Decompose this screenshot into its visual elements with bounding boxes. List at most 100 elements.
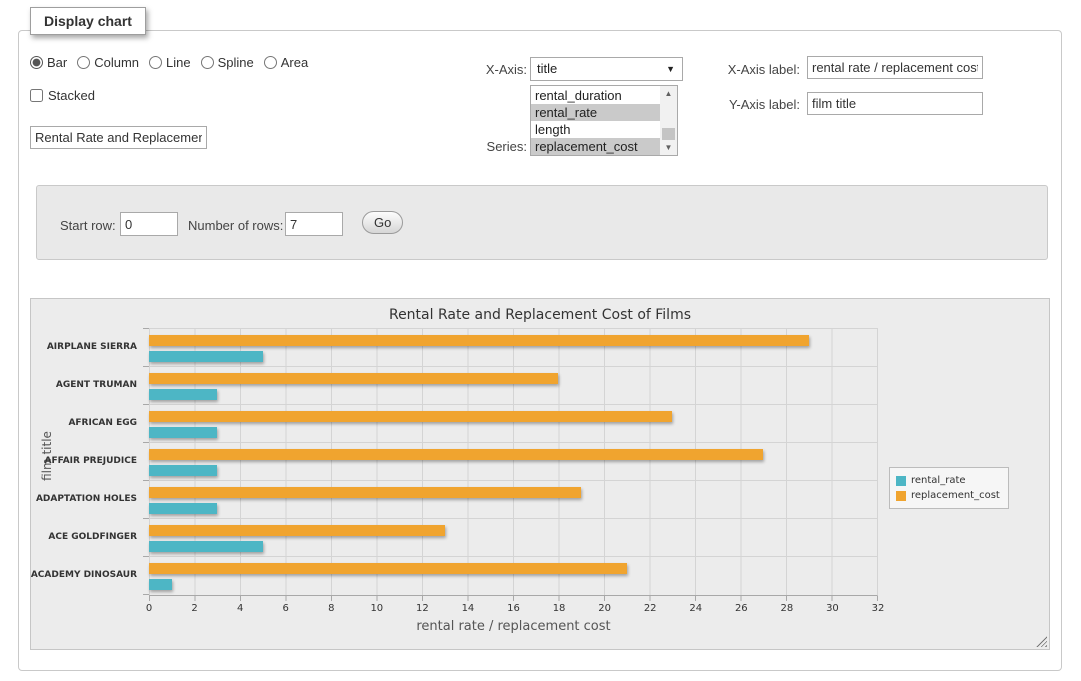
category-band [149, 329, 877, 367]
x-tick-label: 8 [328, 603, 334, 614]
bar-replacement_cost[interactable] [149, 373, 558, 384]
chart-container: Rental Rate and Replacement Cost of Film… [30, 298, 1050, 650]
chart-title: Rental Rate and Replacement Cost of Film… [31, 307, 1049, 323]
x-axis-label-input[interactable] [807, 56, 983, 79]
bar-replacement_cost[interactable] [149, 449, 763, 460]
x-tick-label: 26 [735, 603, 748, 614]
radio-line[interactable] [149, 56, 162, 69]
radio-column[interactable] [77, 56, 90, 69]
x-tick-label: 20 [598, 603, 611, 614]
bar-replacement_cost[interactable] [149, 487, 581, 498]
legend-swatch [896, 476, 906, 486]
chart-type-column[interactable]: Column [77, 55, 139, 70]
start-row-label: Start row: [60, 218, 116, 233]
bar-replacement_cost[interactable] [149, 411, 672, 422]
plot-area [149, 328, 878, 596]
bar-rental_rate[interactable] [149, 579, 172, 590]
x-axis-ticks [149, 596, 879, 601]
x-tick-label: 22 [644, 603, 657, 614]
go-button[interactable]: Go [362, 211, 403, 234]
x-axis-select-label: X-Axis: [420, 62, 527, 77]
bar-replacement_cost[interactable] [149, 525, 445, 536]
x-tick-label: 6 [283, 603, 289, 614]
num-rows-input[interactable] [285, 212, 343, 236]
y-axis-label-label: Y-Axis label: [650, 97, 800, 112]
x-tick-label: 14 [462, 603, 475, 614]
x-axis-title: rental rate / replacement cost [149, 619, 878, 634]
category-band [149, 519, 877, 557]
category-label: ADAPTATION HOLES [31, 480, 143, 518]
radio-label: Area [281, 55, 308, 70]
series-option-replacement_cost[interactable]: replacement_cost [531, 138, 660, 155]
x-tick-label: 2 [191, 603, 197, 614]
x-tick-label: 32 [872, 603, 885, 614]
category-band [149, 405, 877, 443]
category-band [149, 481, 877, 519]
chart-type-radios: Bar Column Line Spline Area [30, 55, 308, 70]
y-axis-label-input[interactable] [807, 92, 983, 115]
radio-label: Line [166, 55, 191, 70]
chart-title-input[interactable] [30, 126, 207, 149]
category-band [149, 443, 877, 481]
x-tick-label: 12 [416, 603, 429, 614]
x-axis-selected-value: title [537, 61, 557, 76]
x-tick-label: 10 [370, 603, 383, 614]
resize-handle-icon[interactable] [1036, 636, 1047, 647]
category-band [149, 557, 877, 595]
bar-rental_rate[interactable] [149, 427, 217, 438]
x-tick-label: 28 [781, 603, 794, 614]
category-labels: AIRPLANE SIERRAAGENT TRUMANAFRICAN EGGAF… [31, 328, 143, 595]
bar-rental_rate[interactable] [149, 389, 217, 400]
radio-area[interactable] [264, 56, 277, 69]
series-option-rental_duration[interactable]: rental_duration [531, 87, 660, 104]
bar-replacement_cost[interactable] [149, 335, 809, 346]
radio-spline[interactable] [201, 56, 214, 69]
bar-replacement_cost[interactable] [149, 563, 627, 574]
radio-label: Bar [47, 55, 67, 70]
category-band [149, 367, 877, 405]
series-option-length[interactable]: length [531, 121, 660, 138]
category-label: AFFAIR PREJUDICE [31, 442, 143, 480]
fieldset-legend: Display chart [30, 7, 146, 35]
chart-type-line[interactable]: Line [149, 55, 191, 70]
category-label: AFRICAN EGG [31, 404, 143, 442]
series-options: rental_durationrental_ratelengthreplacem… [531, 87, 660, 155]
x-tick-label: 4 [237, 603, 243, 614]
radio-label: Spline [218, 55, 254, 70]
chart-type-spline[interactable]: Spline [201, 55, 254, 70]
chart-type-bar[interactable]: Bar [30, 55, 67, 70]
bar-rental_rate[interactable] [149, 541, 263, 552]
stacked-checkbox-row[interactable]: Stacked [30, 88, 95, 103]
bar-rental_rate[interactable] [149, 351, 263, 362]
chart-type-area[interactable]: Area [264, 55, 308, 70]
stacked-checkbox[interactable] [30, 89, 43, 102]
x-tick-label: 16 [507, 603, 520, 614]
x-tick-label: 18 [553, 603, 566, 614]
category-label: ACADEMY DINOSAUR [31, 556, 143, 594]
x-tick-label: 30 [826, 603, 839, 614]
bar-rental_rate[interactable] [149, 465, 217, 476]
bar-rental_rate[interactable] [149, 503, 217, 514]
series-option-rental_rate[interactable]: rental_rate [531, 104, 660, 121]
scroll-down-icon[interactable]: ▼ [660, 140, 677, 155]
x-tick-labels: 02468101214161820222426283032 [149, 603, 878, 615]
legend-item-rental_rate[interactable]: rental_rate [896, 473, 1000, 488]
category-label: ACE GOLDFINGER [31, 518, 143, 556]
radio-bar[interactable] [30, 56, 43, 69]
radio-label: Column [94, 55, 139, 70]
stacked-label: Stacked [48, 88, 95, 103]
category-label: AIRPLANE SIERRA [31, 328, 143, 366]
x-tick-label: 0 [146, 603, 152, 614]
series-listbox-label: Series: [420, 139, 527, 154]
legend-item-replacement_cost[interactable]: replacement_cost [896, 488, 1000, 503]
start-row-input[interactable] [120, 212, 178, 236]
legend-swatch [896, 491, 906, 501]
chart-legend: rental_rate replacement_cost [889, 467, 1009, 509]
legend-label: replacement_cost [911, 490, 1000, 501]
num-rows-label: Number of rows: [188, 218, 283, 233]
series-listbox[interactable]: rental_durationrental_ratelengthreplacem… [530, 85, 678, 156]
category-label: AGENT TRUMAN [31, 366, 143, 404]
x-axis-label-label: X-Axis label: [650, 62, 800, 77]
x-tick-label: 24 [689, 603, 702, 614]
legend-label: rental_rate [911, 475, 966, 486]
